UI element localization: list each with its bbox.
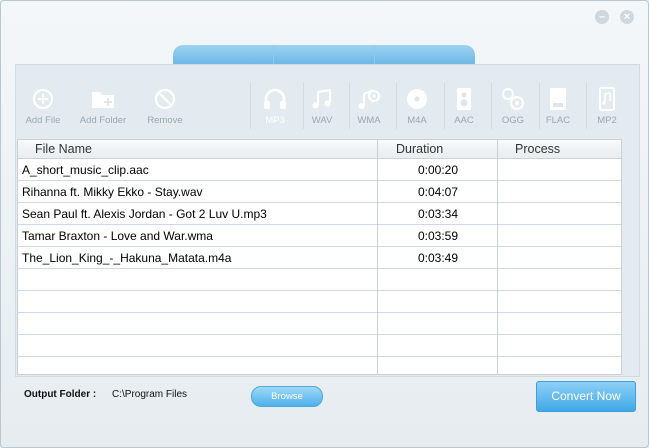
duration-cell: 0:03:34 [417, 207, 459, 221]
format-wma-label: WMA [357, 115, 381, 126]
toolbar-separator [491, 83, 492, 129]
format-mp2-label: MP2 [597, 115, 617, 126]
duration-cell: 0:03:49 [417, 251, 459, 265]
table-row[interactable]: A_short_music_clip.aac 0:00:20 [18, 159, 621, 181]
file-table: File Name Duration Process A_short_music… [17, 139, 622, 375]
output-folder-path: C:\Program Files [112, 389, 188, 400]
output-folder-label: Output Folder : [24, 389, 97, 400]
file-name-cell: Sean Paul ft. Alexis Jordan - Got 2 Luv … [22, 207, 267, 221]
header-file-name[interactable]: File Name [35, 142, 92, 156]
file-name-cell: Rihanna ft. Mikky Ekko - Stay.wav [22, 185, 203, 199]
convert-now-button[interactable]: Convert Now [536, 381, 636, 412]
remove-icon [154, 88, 176, 110]
main-panel: Add File Add Folder Remove MP3 WAV WMA M… [15, 64, 640, 377]
empty-row [18, 269, 621, 291]
toolbar-separator [349, 83, 350, 129]
column-divider [497, 140, 498, 374]
empty-row [18, 291, 621, 313]
table-row[interactable]: Rihanna ft. Mikky Ekko - Stay.wav 0:04:0… [18, 181, 621, 203]
format-wav-label: WAV [311, 115, 333, 126]
format-wav-button[interactable]: WAV [307, 87, 337, 126]
close-button[interactable]: × [620, 10, 634, 24]
app-window: – × Add File Add Folder Remove MP3 WAV W… [0, 0, 649, 448]
document-icon [550, 88, 566, 110]
format-aac-button[interactable]: AAC [449, 87, 479, 126]
table-row[interactable]: Sean Paul ft. Alexis Jordan - Got 2 Luv … [18, 203, 621, 225]
table-header: File Name Duration Process [18, 140, 621, 159]
cd-icon [407, 89, 427, 109]
table-row[interactable]: The_Lion_King_-_Hakuna_Matata.m4a 0:03:4… [18, 247, 621, 269]
browse-button[interactable]: Browse [251, 386, 323, 407]
format-mp3-button[interactable]: MP3 [259, 87, 291, 126]
file-name-cell: The_Lion_King_-_Hakuna_Matata.m4a [22, 251, 232, 265]
format-ogg-label: OGG [501, 115, 525, 126]
header-duration[interactable]: Duration [396, 142, 443, 156]
format-ogg-button[interactable]: OGG [498, 87, 528, 126]
add-folder-button[interactable]: Add Folder [78, 87, 128, 126]
tab-2[interactable] [274, 45, 375, 65]
duration-cell: 0:04:07 [417, 185, 459, 199]
phone-icon [599, 87, 615, 111]
format-flac-button[interactable]: FLAC [543, 87, 573, 126]
header-process[interactable]: Process [515, 142, 560, 156]
bubbles-icon [502, 88, 524, 110]
toolbar-separator [396, 83, 397, 129]
file-name-cell: Tamar Braxton - Love and War.wma [22, 229, 213, 243]
duration-cell: 0:03:59 [417, 229, 459, 243]
tab-strip [173, 45, 475, 65]
add-file-label: Add File [25, 115, 61, 126]
format-flac-label: FLAC [545, 115, 571, 126]
add-file-button[interactable]: Add File [23, 87, 63, 126]
duration-cell: 0:00:20 [417, 163, 459, 177]
add-folder-icon [92, 92, 114, 108]
add-file-icon [33, 89, 53, 109]
format-mp3-label: MP3 [265, 115, 285, 126]
remove-label: Remove [147, 115, 183, 126]
remove-button[interactable]: Remove [144, 87, 186, 126]
column-divider [377, 140, 378, 374]
music-disc-icon [358, 89, 380, 109]
file-name-cell: A_short_music_clip.aac [22, 163, 149, 177]
tab-3[interactable] [375, 45, 475, 65]
format-m4a-label: M4A [407, 115, 427, 126]
empty-row [18, 313, 621, 335]
toolbar-separator [444, 83, 445, 129]
speaker-icon [457, 88, 471, 110]
format-wma-button[interactable]: WMA [354, 87, 384, 126]
format-aac-label: AAC [454, 115, 474, 126]
toolbar-separator [586, 83, 587, 129]
add-folder-label: Add Folder [79, 115, 127, 126]
table-row[interactable]: Tamar Braxton - Love and War.wma 0:03:59 [18, 225, 621, 247]
toolbar-separator [539, 83, 540, 129]
music-notes-icon [312, 88, 331, 109]
format-mp2-button[interactable]: MP2 [592, 87, 622, 126]
toolbar-separator [303, 83, 304, 129]
empty-row [18, 335, 621, 357]
minimize-button[interactable]: – [595, 10, 609, 24]
toolbar: Add File Add Folder Remove MP3 WAV WMA M… [16, 65, 639, 137]
format-m4a-button[interactable]: M4A [402, 87, 432, 126]
tab-1[interactable] [173, 45, 274, 65]
toolbar-separator [250, 83, 251, 129]
headphones-icon [264, 88, 286, 109]
